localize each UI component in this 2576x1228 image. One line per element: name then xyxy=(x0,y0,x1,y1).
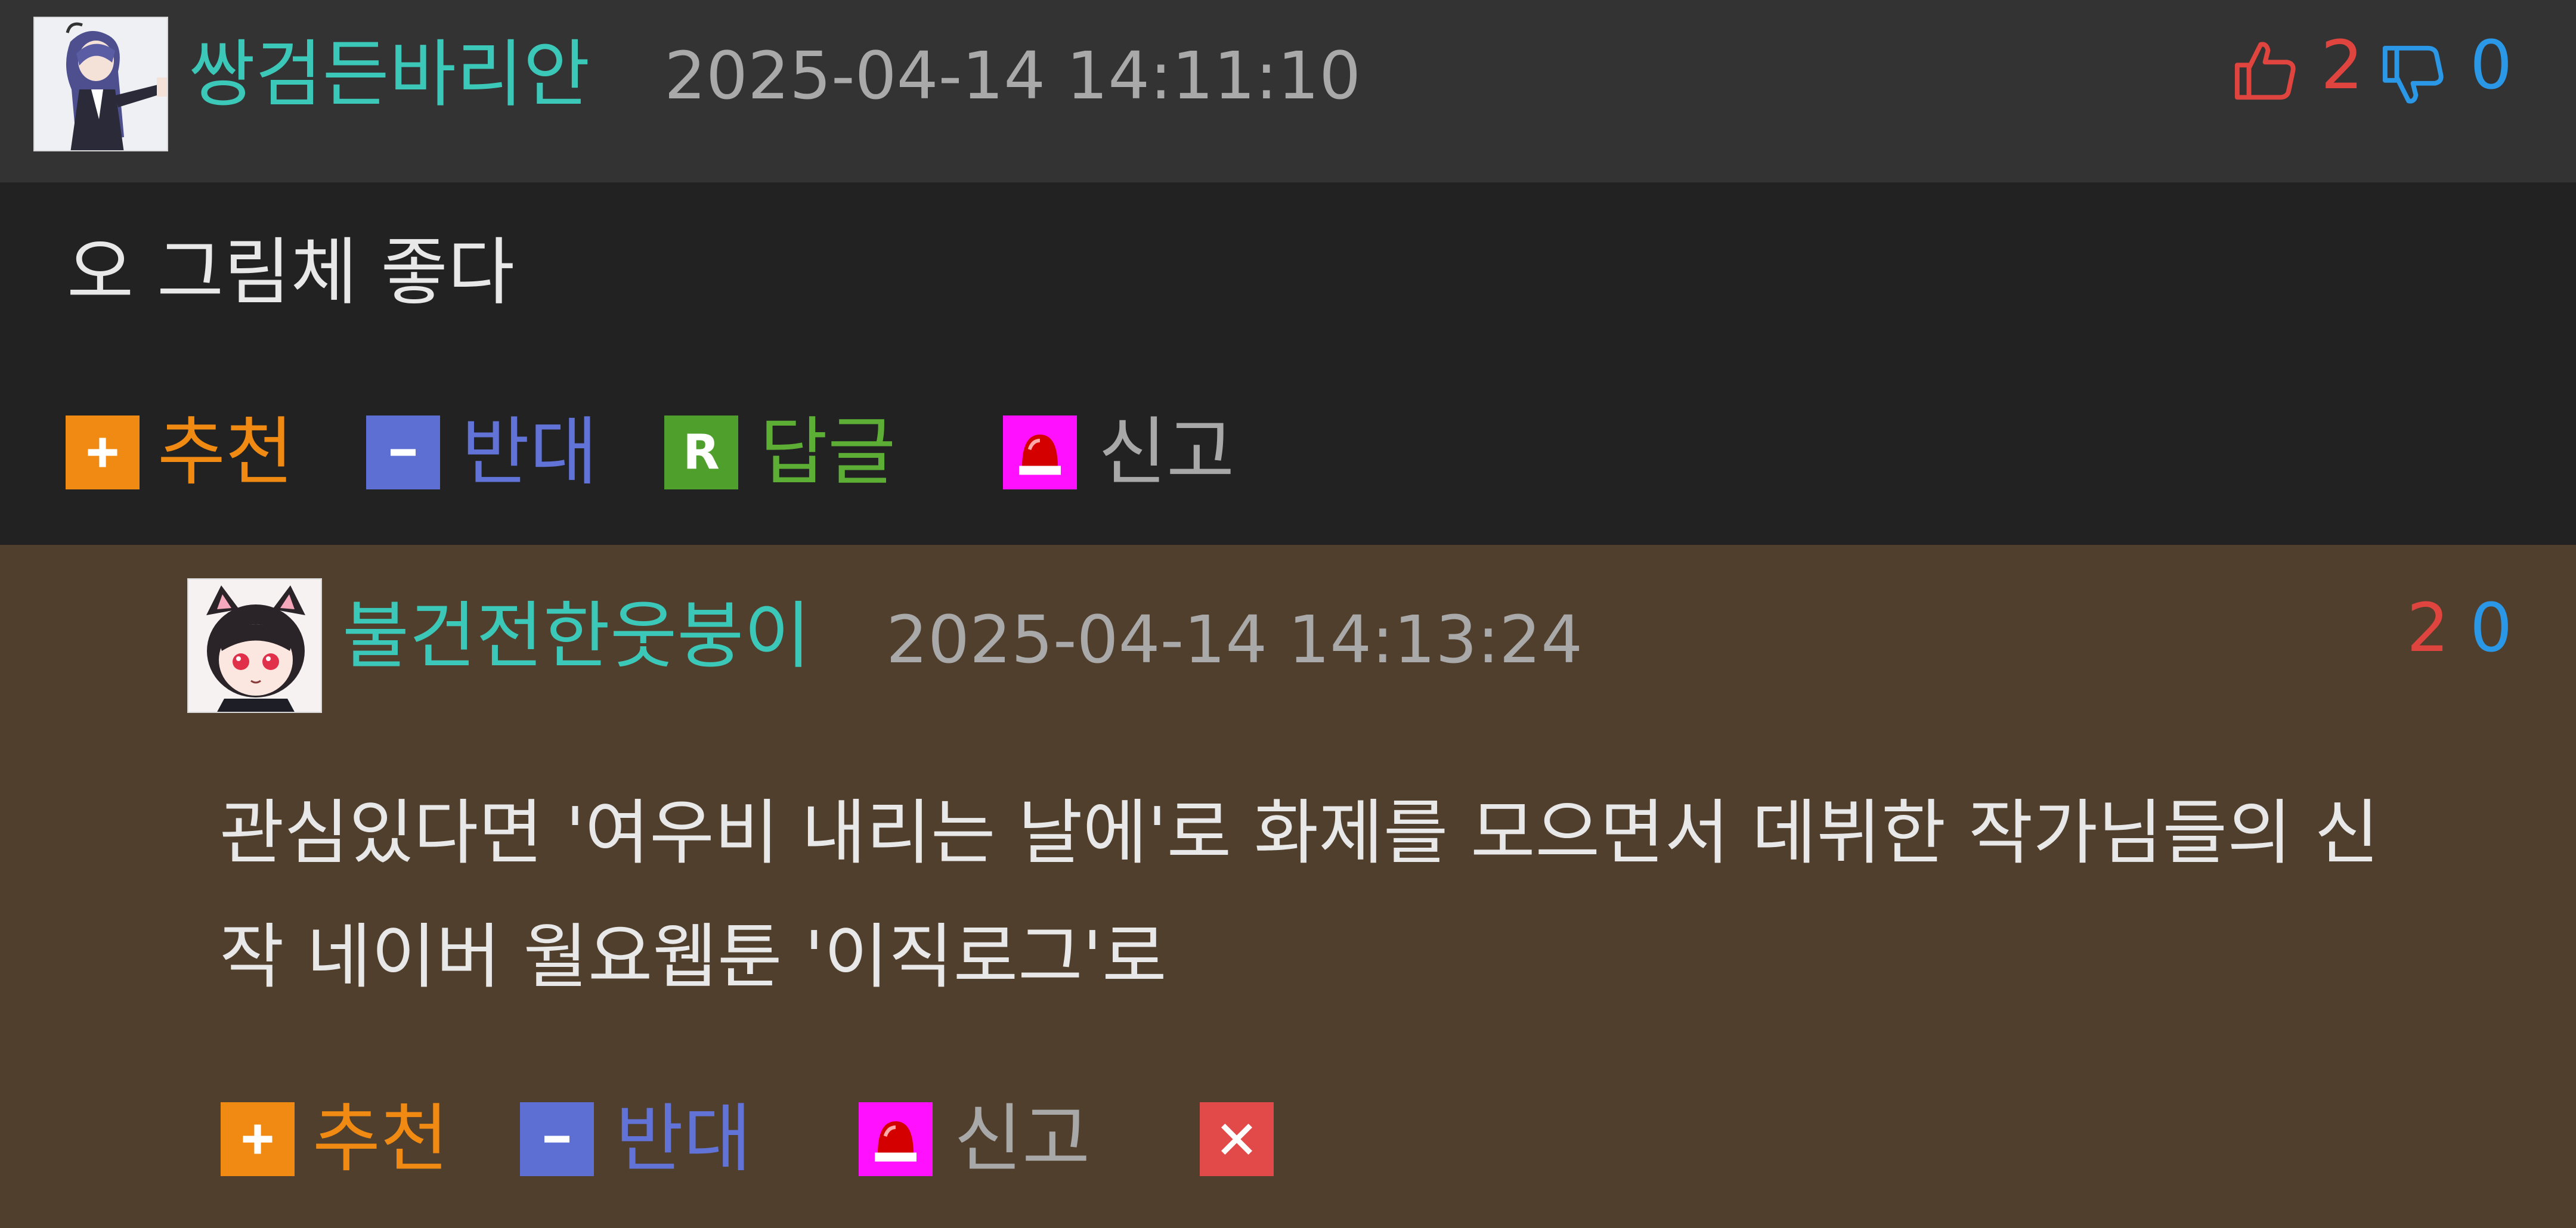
comment-body: 오 그림체 좋다 추천 반대 R 답글 신고 xyxy=(0,182,2576,545)
oppose-label: 반대 xyxy=(615,1096,752,1182)
recommend-label: 추천 xyxy=(312,1096,449,1182)
avatar[interactable] xyxy=(187,578,322,713)
plus-icon xyxy=(66,415,140,489)
reply-comment: 불건전한웃붕이 2025-04-14 14:13:24 2 0 관심있다면 '여… xyxy=(0,545,2576,1228)
oppose-label: 반대 xyxy=(462,410,598,495)
recommend-label: 추천 xyxy=(157,410,294,495)
report-button[interactable]: 신고 xyxy=(859,1100,1090,1178)
dislike-count: 0 xyxy=(2470,590,2513,667)
minus-icon xyxy=(520,1102,594,1176)
report-label: 신고 xyxy=(954,1096,1091,1182)
siren-icon xyxy=(859,1102,933,1176)
like-count: 2 xyxy=(2407,590,2450,667)
comment-header: 쌍검든바리안 2025-04-14 14:11:10 2 0 xyxy=(0,0,2576,182)
comment-text-line-2: 작 네이버 월요웹툰 '이직로그'로 xyxy=(219,916,1167,998)
comment-text: 오 그림체 좋다 xyxy=(67,230,515,315)
comment-thread: 쌍검든바리안 2025-04-14 14:11:10 2 0 오 그림체 좋다 … xyxy=(0,0,2576,1228)
reply-label: 답글 xyxy=(760,410,896,495)
author-nickname[interactable]: 불건전한웃붕이 xyxy=(342,600,811,672)
delete-button[interactable] xyxy=(1200,1100,1274,1178)
avatar[interactable] xyxy=(33,17,168,151)
comment-text-line-1: 관심있다면 '여우비 내리는 날에'로 화제를 모으면서 데뷔한 작가님들의 신 xyxy=(219,792,2379,874)
reply-button[interactable]: R 답글 xyxy=(664,414,896,491)
minus-icon xyxy=(366,415,440,489)
thumbs-up-icon[interactable] xyxy=(2231,36,2302,106)
like-count: 2 xyxy=(2321,27,2364,104)
oppose-button[interactable]: 반대 xyxy=(366,414,597,491)
plus-icon xyxy=(221,1102,295,1176)
recommend-button[interactable]: 추천 xyxy=(221,1100,448,1178)
dislike-count: 0 xyxy=(2470,27,2513,104)
thumbs-down-icon[interactable] xyxy=(2379,39,2450,110)
recommend-button[interactable]: 추천 xyxy=(66,414,293,491)
comment-timestamp: 2025-04-14 14:11:10 xyxy=(664,38,1361,114)
oppose-button[interactable]: 반대 xyxy=(520,1100,751,1178)
reply-r-icon: R xyxy=(664,415,738,489)
close-icon xyxy=(1200,1102,1274,1176)
report-label: 신고 xyxy=(1098,410,1235,495)
author-nickname[interactable]: 쌍검든바리안 xyxy=(188,38,590,111)
report-button[interactable]: 신고 xyxy=(1003,414,1234,491)
reply-badge-letter: R xyxy=(683,424,720,480)
comment-timestamp: 2025-04-14 14:13:24 xyxy=(886,601,1583,678)
siren-icon xyxy=(1003,415,1077,489)
